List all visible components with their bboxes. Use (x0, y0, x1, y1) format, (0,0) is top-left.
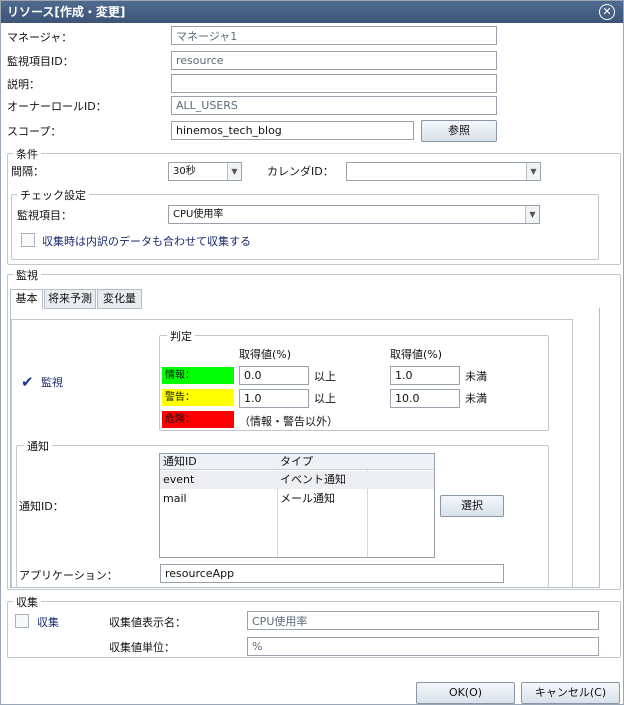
info-to-unit: 未満 (465, 370, 487, 383)
close-icon[interactable]: ✕ (599, 4, 615, 20)
scope-field[interactable] (171, 121, 414, 140)
chevron-down-icon: ▼ (525, 206, 539, 223)
resource-monitor-dialog: リソース[作成・変更] ✕ マネージャ： 監視項目ID： 説明： オーナーロール… (0, 0, 624, 705)
judge-col-header-from: 取得値(%) (239, 348, 292, 361)
notify-header-type[interactable]: タイプ (277, 454, 367, 470)
info-from-input[interactable] (239, 366, 309, 385)
notify-row-type: イベント通知 (280, 473, 346, 486)
info-to-input[interactable] (390, 366, 460, 385)
owner-role-label: オーナーロールID： (7, 100, 107, 113)
collect-label: 収集 (37, 616, 59, 629)
judge-col-header-to: 取得値(%) (390, 348, 443, 361)
tab-basic[interactable]: 基本 (10, 289, 43, 309)
check-item-select[interactable]: CPU使用率 ▼ (168, 205, 540, 224)
tab-change-amount[interactable]: 変化量 (97, 289, 142, 309)
info-from-unit: 以上 (314, 370, 336, 383)
calendar-label: カレンダID： (267, 165, 334, 178)
notify-header-id[interactable]: 通知ID (160, 454, 277, 470)
owner-role-field[interactable] (171, 96, 497, 115)
notify-row-type: メール通知 (280, 492, 335, 505)
title-bar: リソース[作成・変更] ✕ (1, 1, 623, 23)
collect-display-name-label: 収集値表示名： (109, 616, 186, 629)
critical-note: （情報・警告以外） (239, 415, 338, 428)
check-settings-group (11, 194, 599, 260)
monitor-id-label: 監視項目ID： (7, 55, 74, 68)
scope-browse-button[interactable]: 参照 (421, 120, 497, 142)
monitor-enabled-label: 監視 (41, 376, 63, 389)
cancel-button[interactable]: キャンセル(C) (521, 682, 620, 704)
tab-forecast[interactable]: 将来予測 (44, 289, 96, 309)
collect-checkbox[interactable] (15, 614, 29, 628)
breakdown-label: 収集時は内訳のデータも合わせて収集する (42, 235, 251, 248)
critical-color-label: 危険： (162, 411, 234, 428)
warning-from-unit: 以上 (314, 392, 336, 405)
interval-label: 間隔： (11, 165, 44, 178)
scope-label: スコープ： (7, 125, 62, 138)
notify-header-blank (367, 454, 434, 470)
check-settings-title: チェック設定 (17, 187, 89, 203)
warning-color-label: 警告： (162, 389, 234, 406)
chevron-down-icon: ▼ (526, 163, 540, 180)
manager-label: マネージャ： (7, 31, 73, 44)
notify-id-label: 通知ID： (19, 500, 64, 513)
info-color-label: 情報： (162, 367, 234, 384)
monitor-title: 監視 (13, 267, 41, 283)
application-field[interactable] (160, 564, 504, 583)
collect-display-name-field[interactable] (247, 611, 599, 630)
warning-to-unit: 未満 (465, 392, 487, 405)
notify-select-button[interactable]: 選択 (440, 495, 504, 517)
description-label: 説明： (7, 78, 40, 91)
notify-table: 通知ID タイプ event イベント通知 mail メール通知 (159, 453, 435, 558)
calendar-select[interactable]: ▼ (346, 162, 541, 181)
interval-value: 30秒 (173, 166, 196, 177)
notify-row-id: event (163, 473, 195, 486)
notify-row-id[interactable]: mail (160, 490, 187, 508)
check-item-label: 監視項目： (17, 209, 72, 222)
application-label: アプリケーション： (19, 569, 118, 582)
description-field[interactable] (171, 74, 497, 93)
monitor-id-field[interactable] (171, 51, 497, 70)
monitor-enabled-checkbox[interactable]: ✔ (21, 373, 34, 391)
manager-field[interactable] (171, 26, 497, 45)
condition-title: 条件 (13, 146, 41, 162)
window-title: リソース[作成・変更] (7, 5, 126, 19)
notify-title: 通知 (24, 438, 52, 454)
chevron-down-icon: ▼ (227, 163, 241, 180)
collect-unit-field[interactable] (247, 637, 599, 656)
collect-title: 収集 (13, 594, 41, 610)
judge-title: 判定 (167, 328, 195, 344)
breakdown-checkbox[interactable] (21, 233, 35, 247)
warning-to-input[interactable] (390, 389, 460, 408)
check-item-value: CPU使用率 (173, 209, 224, 220)
ok-button[interactable]: OK(O) (416, 682, 515, 704)
interval-select[interactable]: 30秒 ▼ (168, 162, 242, 181)
warning-from-input[interactable] (239, 389, 309, 408)
collect-unit-label: 収集値単位： (109, 641, 175, 654)
